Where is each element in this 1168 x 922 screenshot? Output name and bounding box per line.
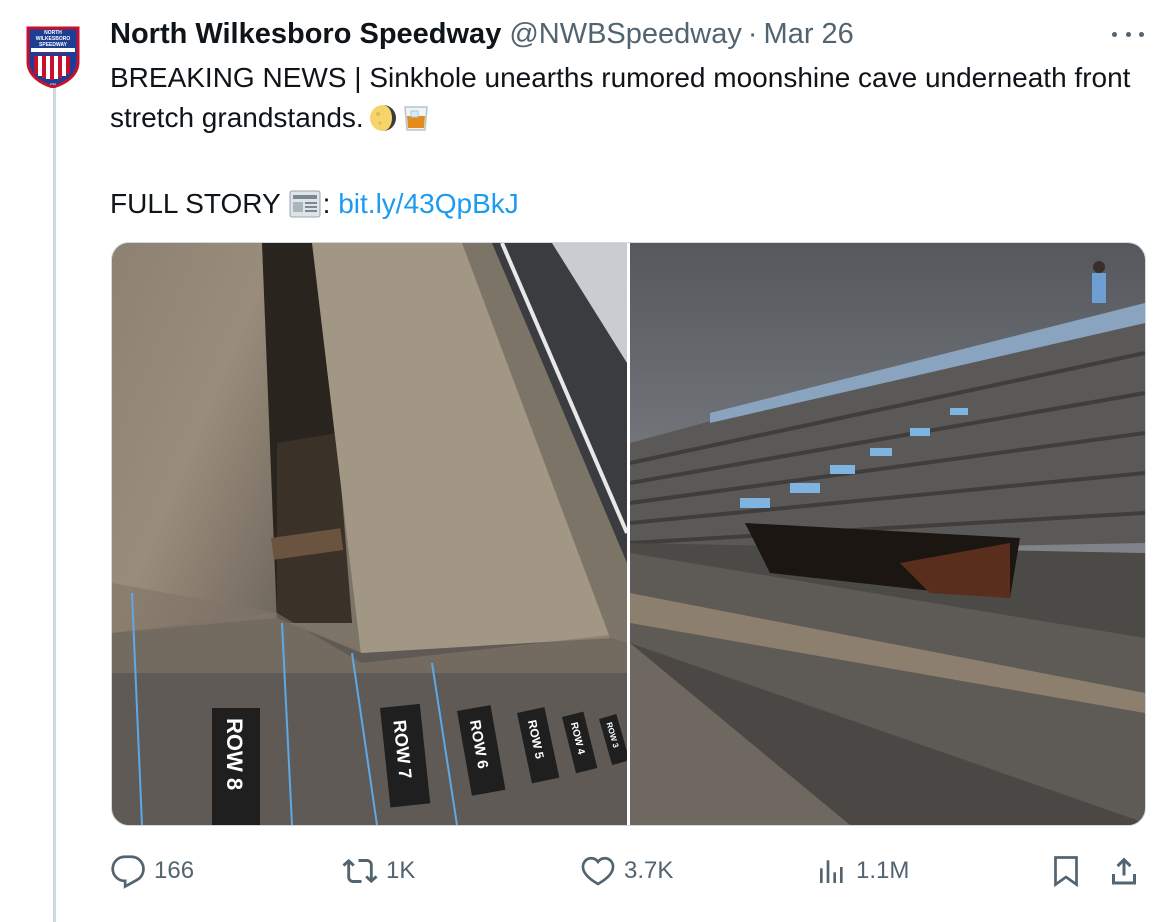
full-story-line: FULL STORY: bit.ly/43QpBkJ xyxy=(110,184,1155,230)
bookmark-icon xyxy=(1054,856,1078,888)
reply-button[interactable]: 166 xyxy=(110,848,194,894)
newspaper-icon xyxy=(289,189,321,230)
moon-icon xyxy=(368,103,398,144)
tweet-body: BREAKING NEWS | Sinkhole unearths rumore… xyxy=(110,58,1155,144)
view-count: 1.1M xyxy=(856,857,910,884)
svg-text:USA: USA xyxy=(50,82,56,86)
author-handle[interactable]: @NWBSpeedway xyxy=(509,18,742,51)
author-name[interactable]: North Wilkesboro Speedway xyxy=(110,18,501,51)
share-button[interactable] xyxy=(1106,848,1150,894)
photo-grandstand-steps[interactable]: ROW 8 ROW 7 ROW 6 ROW 5 ROW 4 ROW 3 xyxy=(112,243,627,825)
heart-icon xyxy=(581,856,615,886)
views-icon xyxy=(820,860,843,883)
like-count: 3.7K xyxy=(624,857,674,884)
share-icon xyxy=(1112,857,1136,885)
tweet-date[interactable]: Mar 26 xyxy=(764,18,854,51)
row-label: ROW 8 xyxy=(222,718,247,790)
thread-line xyxy=(53,88,56,922)
tweet-text: BREAKING NEWS | Sinkhole unearths rumore… xyxy=(110,58,1155,230)
repost-count: 1K xyxy=(386,857,416,884)
full-story-label: FULL STORY xyxy=(110,188,281,219)
repost-icon xyxy=(342,858,378,884)
more-options-icon[interactable] xyxy=(1112,26,1144,42)
speedway-logo: NORTH WILKESBORO SPEEDWAY NORTH CAROLINA… xyxy=(26,26,80,89)
tweet-actions: 166 1K 3.7K 1.1M xyxy=(110,848,1150,894)
repost-button[interactable]: 1K xyxy=(342,848,415,894)
reply-count: 166 xyxy=(154,857,195,884)
tweet-header: North Wilkesboro Speedway @NWBSpeedway ·… xyxy=(110,14,854,54)
bookmark-button[interactable] xyxy=(1048,848,1092,894)
avatar[interactable]: NORTH WILKESBORO SPEEDWAY NORTH CAROLINA… xyxy=(24,24,82,89)
story-link[interactable]: bit.ly/43QpBkJ xyxy=(338,188,519,219)
separator-dot: · xyxy=(747,17,758,50)
like-button[interactable]: 3.7K xyxy=(580,848,673,894)
media-grid: ROW 8 ROW 7 ROW 6 ROW 5 ROW 4 ROW 3 xyxy=(111,242,1146,826)
colon: : xyxy=(322,188,331,219)
glass-icon xyxy=(402,103,430,144)
reply-icon xyxy=(111,855,145,889)
svg-text:SPEEDWAY: SPEEDWAY xyxy=(39,42,68,48)
svg-text:NORTH CAROLINA: NORTH CAROLINA xyxy=(40,51,67,55)
views-button[interactable]: 1.1M xyxy=(816,848,909,894)
photo-sinkhole-grandstand[interactable] xyxy=(630,243,1145,825)
tweet-body-text: BREAKING NEWS | Sinkhole unearths rumore… xyxy=(110,62,1131,133)
